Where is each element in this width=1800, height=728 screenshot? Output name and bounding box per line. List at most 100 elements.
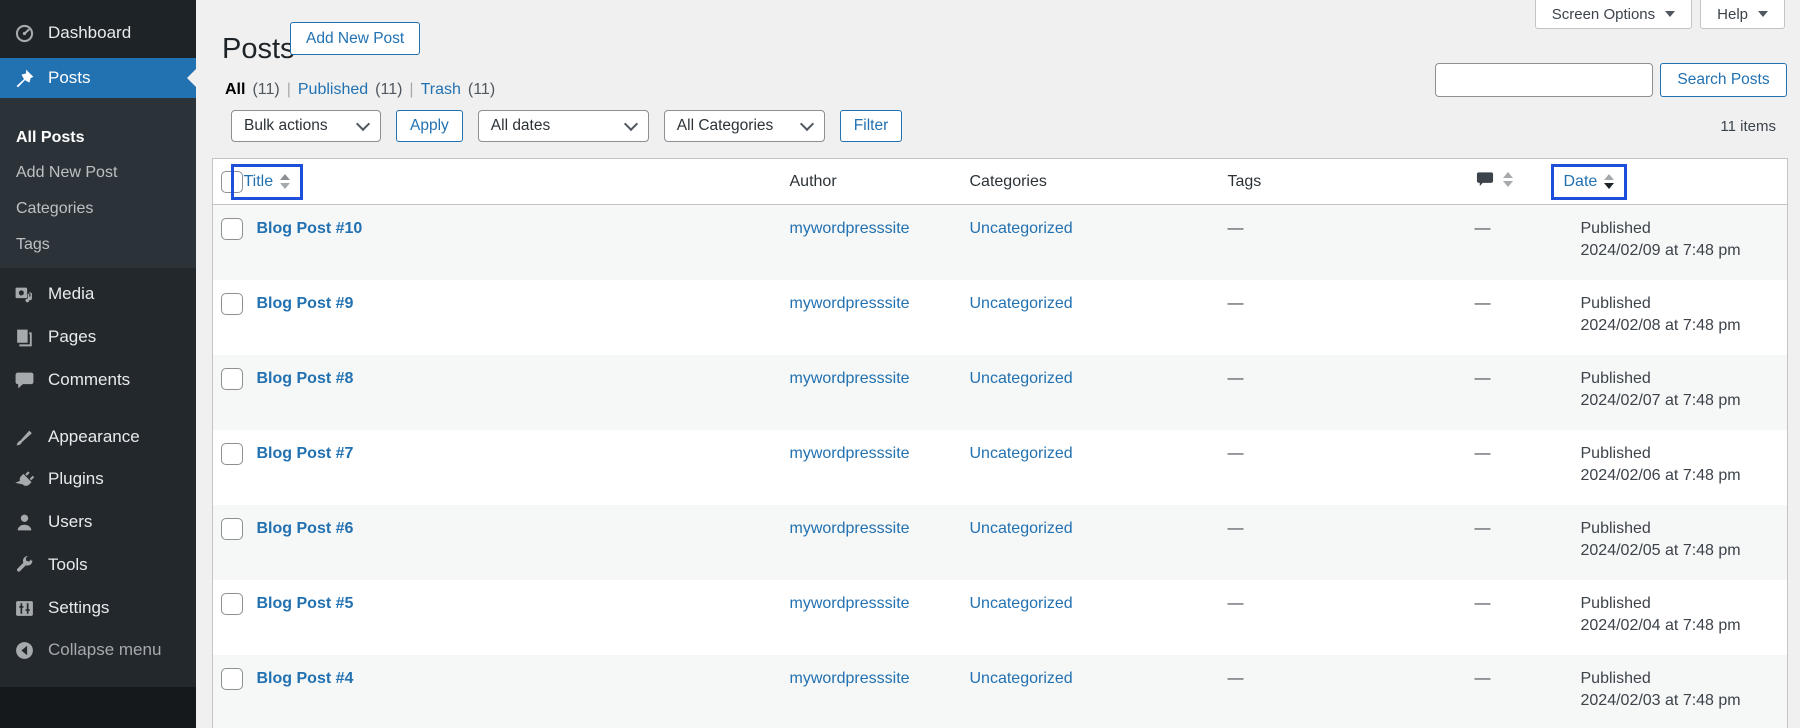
post-status: Published [1580,669,1651,687]
bulk-actions-select[interactable]: Bulk actions [231,110,381,142]
table-row: Blog Post #10 mywordpresssite Uncategori… [212,204,1788,280]
sidebar-item-label: Plugins [48,469,104,488]
tags-value: — [1227,369,1244,387]
plug-icon [14,469,35,490]
post-title-link[interactable]: Blog Post #8 [257,370,354,387]
category-link[interactable]: Uncategorized [970,670,1073,687]
view-trash[interactable]: Trash [421,81,461,99]
tags-value: — [1227,444,1244,462]
wrench-icon [14,555,35,576]
chevron-down-icon [623,116,638,132]
comments-value: — [1474,369,1491,387]
row-checkbox[interactable] [221,292,243,315]
brush-icon [14,427,35,448]
category-link[interactable]: Uncategorized [970,520,1073,537]
row-checkbox[interactable] [221,218,243,240]
sidebar-item-dashboard[interactable]: Dashboard [0,15,196,51]
sidebar-item-label: Tools [48,555,88,574]
sort-date-header[interactable]: Date [1564,173,1598,191]
sidebar-item-label: Pages [48,327,97,346]
sidebar-item-label: Collapse menu [48,640,162,659]
author-link[interactable]: mywordpresssite [790,220,910,237]
view-all[interactable]: All [225,81,245,99]
table-header-row: Title Author Categories Tags Date [212,158,1788,205]
post-title-link[interactable]: Blog Post #10 [257,220,363,237]
author-link[interactable]: mywordpresssite [790,295,910,312]
view-published-count: (11) [375,81,403,98]
post-status-views: All (11) | Published (11) | Trash (11) [225,81,495,99]
category-link[interactable]: Uncategorized [970,595,1073,612]
add-new-post-button[interactable]: Add New Post [290,22,421,55]
sidebar-item-posts[interactable]: Posts [0,58,196,98]
sidebar-item-label: Media [48,284,95,303]
category-link[interactable]: Uncategorized [970,220,1073,237]
tags-value: — [1227,519,1244,537]
sidebar-item-tools[interactable]: Tools [0,547,196,583]
post-title-link[interactable]: Blog Post #6 [257,520,354,537]
author-link[interactable]: mywordpresssite [790,520,910,537]
view-separator: | [286,81,291,98]
post-title-link[interactable]: Blog Post #7 [257,445,354,462]
post-date: 2024/02/06 at 7:48 pm [1580,466,1741,484]
sidebar-subitem-label: Tags [16,236,50,253]
category-link[interactable]: Uncategorized [970,445,1073,462]
chevron-down-icon [355,116,371,132]
sidebar-item-comments[interactable]: Comments [0,362,196,398]
comments-value: — [1474,669,1491,687]
row-checkbox[interactable] [221,442,243,465]
table-row: Blog Post #6 mywordpresssite Uncategoriz… [212,504,1788,580]
row-checkbox[interactable] [221,667,243,690]
sidebar-bottom-strip [0,687,196,728]
all-categories-select[interactable]: All Categories [663,110,825,142]
post-title-link[interactable]: Blog Post #5 [257,595,354,612]
comments-value: — [1474,444,1491,462]
wordpress-admin-posts-page: Dashboard Posts All Posts Add New Post C… [0,0,1800,728]
tags-value: — [1227,220,1244,237]
sidebar-item-settings[interactable]: Settings [0,590,196,626]
author-link[interactable]: mywordpresssite [790,370,910,387]
sidebar-item-media[interactable]: Media [0,276,196,312]
sidebar-item-appearance[interactable]: Appearance [0,419,196,455]
view-published[interactable]: Published [298,81,368,99]
sidebar-item-users[interactable]: Users [0,504,196,540]
row-checkbox[interactable] [221,517,243,540]
sidebar-subitem-tags[interactable]: Tags [0,230,196,260]
all-dates-value: All dates [490,117,551,134]
media-icon [14,284,35,305]
row-checkbox[interactable] [221,367,243,390]
chevron-down-icon [1758,11,1768,17]
screen-options-button[interactable]: Screen Options [1534,0,1693,29]
help-label: Help [1717,5,1748,23]
post-date: 2024/02/09 at 7:48 pm [1580,242,1741,259]
date-column-highlight-box: Date [1550,163,1628,200]
author-link[interactable]: mywordpresssite [790,445,910,462]
post-status: Published [1580,220,1651,237]
sidebar-subitem-categories[interactable]: Categories [0,194,196,224]
sidebar-item-pages[interactable]: Pages [0,319,196,355]
search-posts-button[interactable]: Search Posts [1660,63,1787,97]
category-link[interactable]: Uncategorized [970,370,1073,387]
category-link[interactable]: Uncategorized [970,295,1073,312]
apply-button[interactable]: Apply [396,110,463,142]
sort-arrows-icon [1502,171,1513,187]
sort-comments-header[interactable] [1475,170,1513,189]
sidebar-subitem-label: Categories [16,200,94,217]
categories-column-header: Categories [969,158,1228,205]
help-button[interactable]: Help [1700,0,1785,29]
post-title-link[interactable]: Blog Post #4 [257,670,354,687]
sidebar-subitem-label: Add New Post [16,164,118,181]
all-dates-select[interactable]: All dates [477,110,649,142]
author-link[interactable]: mywordpresssite [790,670,910,687]
sidebar-item-collapse-menu[interactable]: Collapse menu [0,632,196,668]
filter-button[interactable]: Filter [839,110,903,142]
sort-arrows-icon [280,174,291,189]
post-title-link[interactable]: Blog Post #9 [257,295,354,312]
sort-title-header[interactable]: Title [244,173,274,191]
row-checkbox[interactable] [221,592,243,615]
post-status: Published [1580,369,1651,387]
sidebar-subitem-add-new-post[interactable]: Add New Post [0,158,196,188]
search-input[interactable] [1435,63,1653,97]
sidebar-item-plugins[interactable]: Plugins [0,461,196,497]
sidebar-subitem-all-posts[interactable]: All Posts [0,123,196,153]
author-link[interactable]: mywordpresssite [790,595,910,612]
